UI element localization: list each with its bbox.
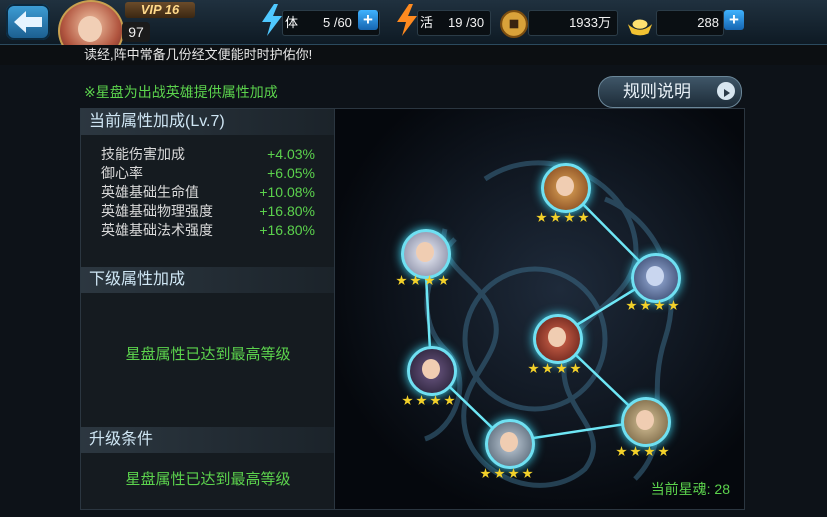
hero-center-stars (528, 363, 581, 375)
add-stamina-button[interactable]: + (358, 10, 378, 30)
attribute-value: +4.03% (267, 146, 315, 162)
dragon-constellation-icon (423, 160, 674, 488)
attribute-row: 技能伤害加成 +4.03% (101, 145, 325, 164)
hero-node-top[interactable] (541, 163, 591, 213)
hero-node-center[interactable] (533, 314, 583, 364)
hero-node-right[interactable] (621, 397, 671, 447)
back-arrow-icon (14, 11, 42, 33)
hero-node-upper-left[interactable] (401, 229, 451, 279)
coins-value: 1933万 (569, 15, 611, 30)
attribute-name: 技能伤害加成 (101, 146, 185, 162)
scrolling-notice: 读经,阵中常备几份经文便能时时护佑你! (0, 45, 827, 65)
attribute-value: +16.80% (259, 222, 315, 238)
current-bonus-title: 当前属性加成(Lv.7) (81, 109, 335, 135)
gold-box: 288 (656, 10, 724, 36)
attribute-name: 御心率 (101, 165, 143, 181)
hero-upper-left-stars (396, 275, 449, 287)
hero-bottom-stars (480, 468, 533, 480)
hero-upper-right-stars (626, 300, 679, 312)
attribute-row: 英雄基础法术强度 +16.80% (101, 221, 325, 240)
vitality-box: 活 19 /30 (417, 10, 491, 36)
rules-button-label: 规则说明 (623, 82, 691, 101)
upgrade-condition-message: 星盘属性已达到最高等级 (125, 471, 291, 488)
attribute-row: 御心率 +6.05% (101, 164, 325, 183)
gold-ingot-icon (627, 19, 653, 36)
play-arrow-icon (717, 82, 735, 100)
attribute-name: 英雄基础法术强度 (101, 222, 213, 238)
attribute-panel: 当前属性加成(Lv.7) 技能伤害加成 +4.03% 御心率 +6.05% 英雄基础… (80, 108, 336, 510)
attribute-name: 英雄基础物理强度 (101, 203, 213, 219)
player-level: 97 (122, 22, 150, 42)
hero-top-stars (536, 212, 589, 224)
vitality-label: 活 (420, 15, 434, 30)
star-chart: 当前星魂: 28 (334, 108, 745, 510)
gold-value: 288 (697, 15, 719, 30)
vip-badge[interactable]: VIP 16 (125, 2, 195, 18)
hero-node-upper-right[interactable] (631, 253, 681, 303)
stamina-label: 体 (285, 15, 299, 30)
star-chart-note: ※星盘为出战英雄提供属性加成 (84, 84, 278, 100)
attribute-value: +6.05% (267, 165, 315, 181)
star-soul-count: 当前星魂: 28 (650, 481, 730, 497)
attribute-value: +10.08% (259, 184, 315, 200)
vitality-value: 19 /30 (448, 15, 485, 30)
back-button[interactable] (6, 4, 50, 40)
attribute-row: 英雄基础生命值 +10.08% (101, 183, 325, 202)
next-bonus-message: 星盘属性已达到最高等级 (125, 346, 291, 363)
stamina-value: 5 /60 (323, 15, 352, 30)
add-gold-button[interactable]: + (724, 10, 744, 30)
attribute-row: 英雄基础物理强度 +16.80% (101, 202, 325, 221)
hero-node-left[interactable] (407, 346, 457, 396)
hero-left-stars (402, 395, 455, 407)
attribute-value: +16.80% (259, 203, 315, 219)
attribute-name: 英雄基础生命值 (101, 184, 199, 200)
rules-button[interactable]: 规则说明 (598, 76, 742, 108)
hero-right-stars (616, 446, 669, 458)
upgrade-condition-title: 升级条件 (81, 427, 335, 453)
next-bonus-title: 下级属性加成 (81, 267, 335, 293)
copper-coin-icon (500, 10, 528, 38)
hero-node-bottom[interactable] (485, 419, 535, 469)
coins-box: 1933万 (528, 10, 618, 36)
top-bar: VIP 16 97 体 5 /60 + 活 19 /30 1933万 288 + (0, 0, 827, 62)
